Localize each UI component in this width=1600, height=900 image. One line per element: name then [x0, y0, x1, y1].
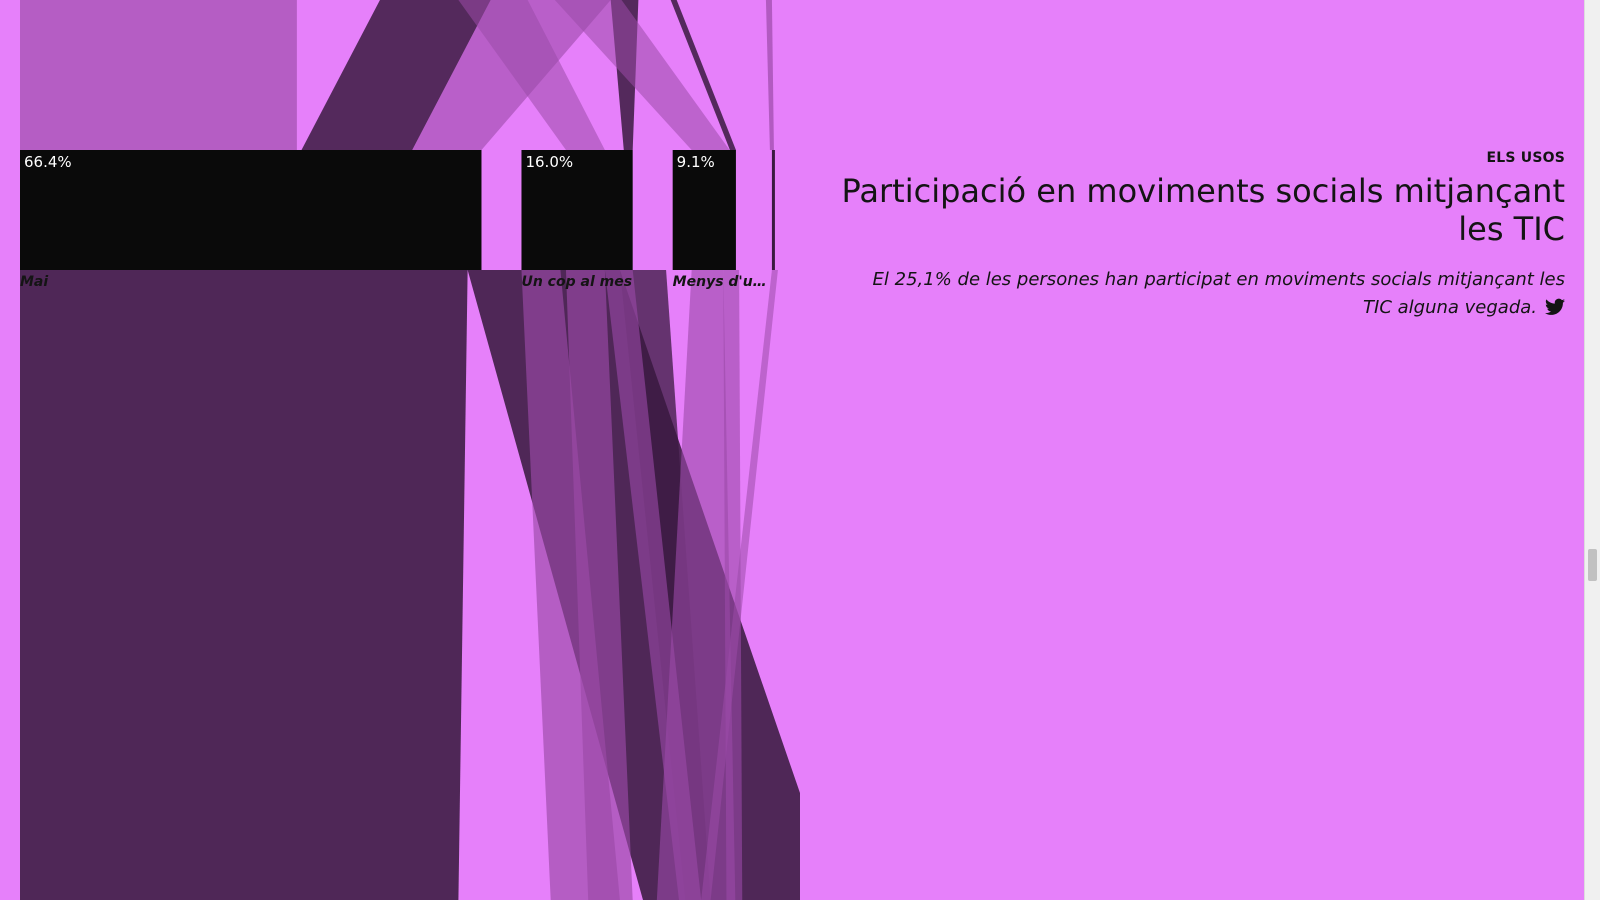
- story-panel: ELS USOS Participació en moviments socia…: [840, 150, 1565, 322]
- category-label-2: Menys d'u…: [673, 274, 767, 290]
- flow-out-mai-a: [20, 270, 468, 900]
- headline: Participació en moviments socials mitjan…: [841, 172, 1565, 248]
- bar-remainder: [771, 150, 775, 270]
- bar-0[interactable]: [20, 150, 482, 270]
- bar-value-label-1: 16.0%: [525, 153, 573, 171]
- summary-sentence: El 25,1% de les persones han participat …: [872, 269, 1565, 318]
- flow-in-rest: [765, 0, 774, 150]
- alluvial-chart: 66.4% Mai 16.0% Un cop al mes 9.1% Menys d'u…: [0, 0, 800, 900]
- summary-text: El 25,1% de les persones han participat …: [840, 266, 1565, 322]
- section-label: ELS USOS: [1486, 150, 1565, 166]
- chart-svg: 66.4% Mai 16.0% Un cop al mes 9.1% Menys d'u…: [20, 0, 800, 900]
- bar-value-label-2: 9.1%: [677, 153, 715, 171]
- flow-in-mai-a: [20, 0, 297, 150]
- upper-flows: [20, 0, 774, 150]
- bar-value-label-0: 66.4%: [24, 153, 72, 171]
- twitter-icon[interactable]: [1545, 298, 1565, 316]
- lower-flows: [20, 270, 800, 900]
- scrollbar-thumb[interactable]: [1588, 549, 1597, 581]
- category-bars: 66.4% Mai 16.0% Un cop al mes 9.1% Menys d'u…: [20, 150, 775, 290]
- page-scrollbar[interactable]: [1584, 0, 1600, 900]
- category-label-0: Mai: [20, 274, 48, 290]
- category-label-1: Un cop al mes: [521, 274, 632, 290]
